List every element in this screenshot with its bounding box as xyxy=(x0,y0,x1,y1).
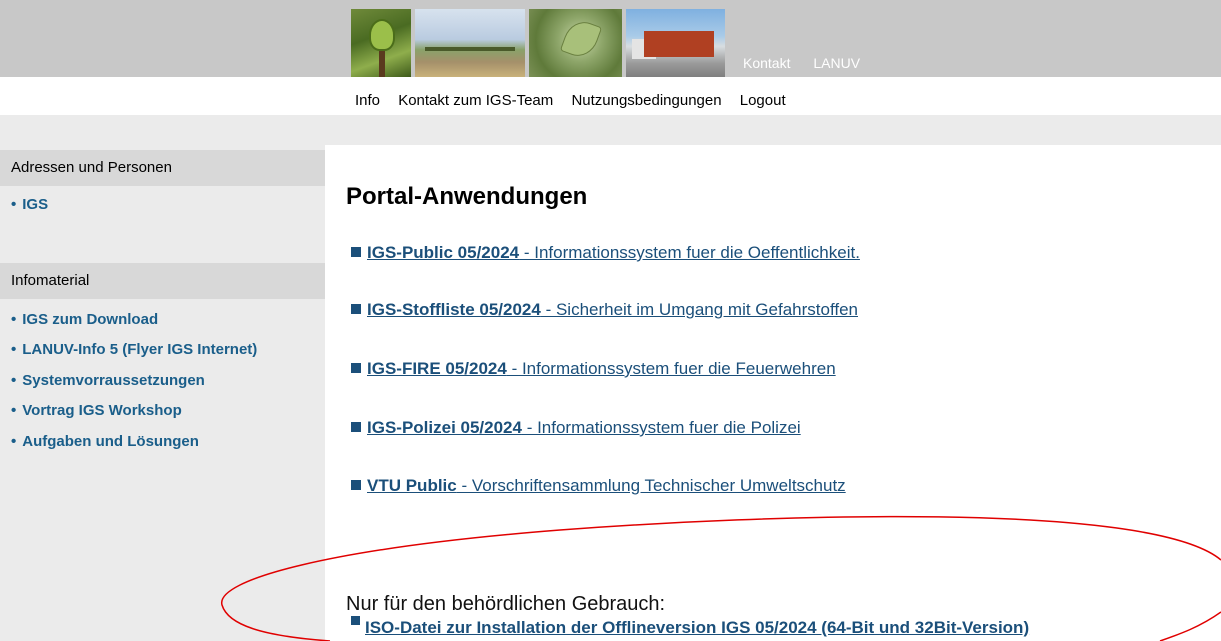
frog-photo xyxy=(351,9,411,77)
sidebar-heading-infomaterial: Infomaterial xyxy=(0,263,325,299)
top-links: Kontakt LANUV xyxy=(743,55,879,71)
nav-kontakt-team[interactable]: Kontakt zum IGS-Team xyxy=(398,92,553,109)
square-bullet-icon xyxy=(351,247,361,257)
app-link-text[interactable]: IGS-Polizei 05/2024 - Informationssystem… xyxy=(367,418,801,437)
field-photo xyxy=(415,9,525,77)
header-bar: Kontakt LANUV xyxy=(0,0,1221,77)
square-bullet-icon xyxy=(351,363,361,373)
bullet-icon: • xyxy=(11,433,17,450)
sidebar-item-download[interactable]: • IGS zum Download xyxy=(11,311,158,328)
sidebar-heading-adressen: Adressen und Personen xyxy=(0,150,325,186)
page-title: Portal-Anwendungen xyxy=(346,183,588,210)
bullet-icon: • xyxy=(11,402,17,419)
bullet-icon: • xyxy=(11,311,17,328)
sidebar-item-vortrag[interactable]: • Vortrag IGS Workshop xyxy=(11,402,182,419)
app-link-igs-polizei[interactable]: IGS-Polizei 05/2024 - Informationssystem… xyxy=(351,418,801,438)
app-link-text[interactable]: IGS-FIRE 05/2024 - Informationssystem fu… xyxy=(367,359,836,378)
restricted-use-note: Nur für den behördlichen Gebrauch: xyxy=(346,593,666,615)
sidebar-item-igs[interactable]: • IGS xyxy=(11,196,48,213)
bullet-icon: • xyxy=(11,341,17,358)
nav-nutzungsbedingungen[interactable]: Nutzungsbedingungen xyxy=(571,92,721,109)
iso-link-text[interactable]: ISO-Datei zur Installation der Offlineve… xyxy=(365,618,1029,637)
app-link-text[interactable]: VTU Public - Vorschriftensammlung Techni… xyxy=(367,476,846,495)
sidebar-item-systemvoraussetzungen[interactable]: • Systemvorraussetzungen xyxy=(11,372,205,389)
sidebar-item-lanuv-info[interactable]: • LANUV-Info 5 (Flyer IGS Internet) xyxy=(11,341,257,358)
top-link-lanuv[interactable]: LANUV xyxy=(813,55,860,71)
main-nav: Info Kontakt zum IGS-Team Nutzungsbeding… xyxy=(355,92,800,109)
sidebar: Adressen und Personen • IGS Infomaterial … xyxy=(0,145,325,641)
building-photo xyxy=(626,9,725,77)
top-link-kontakt[interactable]: Kontakt xyxy=(743,55,790,71)
square-bullet-icon xyxy=(351,480,361,490)
app-link-text[interactable]: IGS-Stoffliste 05/2024 - Sicherheit im U… xyxy=(367,300,858,319)
plant-photo xyxy=(529,9,622,77)
sidebar-item-aufgaben[interactable]: • Aufgaben und Lösungen xyxy=(11,433,199,450)
square-bullet-icon xyxy=(351,304,361,314)
app-link-igs-public[interactable]: IGS-Public 05/2024 - Informationssystem … xyxy=(351,243,860,263)
bullet-icon: • xyxy=(11,372,17,389)
app-link-vtu-public[interactable]: VTU Public - Vorschriftensammlung Techni… xyxy=(351,476,846,496)
nav-info[interactable]: Info xyxy=(355,92,380,109)
app-link-text[interactable]: IGS-Public 05/2024 - Informationssystem … xyxy=(367,243,860,262)
bullet-icon: • xyxy=(11,196,17,213)
app-link-igs-stoffliste[interactable]: IGS-Stoffliste 05/2024 - Sicherheit im U… xyxy=(351,300,858,320)
iso-download-link[interactable]: ISO-Datei zur Installation der Offlineve… xyxy=(351,616,1029,638)
nav-logout[interactable]: Logout xyxy=(740,92,786,109)
nav-spacer-bar xyxy=(0,115,1221,145)
square-bullet-icon xyxy=(351,616,360,625)
square-bullet-icon xyxy=(351,422,361,432)
app-link-igs-fire[interactable]: IGS-FIRE 05/2024 - Informationssystem fu… xyxy=(351,359,836,379)
